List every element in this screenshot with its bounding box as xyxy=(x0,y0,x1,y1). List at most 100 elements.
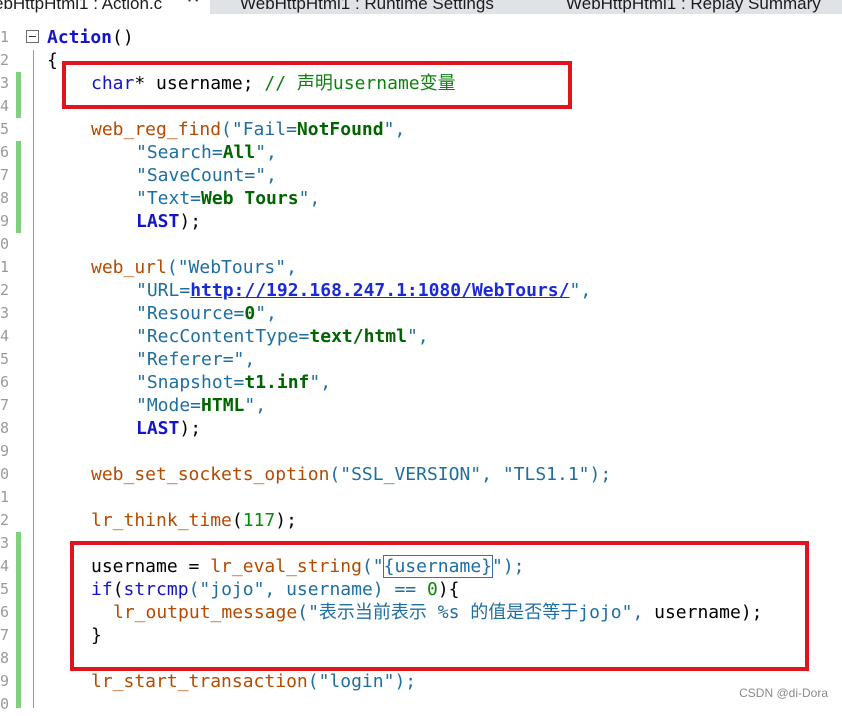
line-number: 4 xyxy=(0,557,9,575)
string: "Search= xyxy=(136,142,223,163)
line-number: 5 xyxy=(0,350,9,368)
string: "Mode= xyxy=(136,395,202,416)
string: ("SSL_VERSION", "TLS1.1"); xyxy=(329,464,612,485)
change-marker xyxy=(16,141,21,233)
string: ", xyxy=(244,395,267,416)
string: "Resource= xyxy=(136,303,245,324)
line-number: 9 xyxy=(0,672,9,690)
change-marker xyxy=(16,532,21,708)
watermark: CSDN @di-Dora xyxy=(739,686,828,700)
function-call: lr_start_transaction xyxy=(91,671,308,692)
line-number: 1 xyxy=(0,28,9,46)
line-number: 3 xyxy=(0,304,9,322)
tab-runtime-settings[interactable]: WebHttpHtml1 : Runtime Settings xyxy=(240,0,494,14)
string-value: text/html xyxy=(309,326,407,347)
string-value: NotFound xyxy=(296,119,384,140)
code-line[interactable]: { xyxy=(47,49,58,72)
line-number: 0 xyxy=(0,695,9,713)
code-line[interactable]: "RecContentType=text/html", xyxy=(136,325,429,348)
code-line[interactable]: web_url("WebTours", xyxy=(91,256,297,279)
string: "RecContentType= xyxy=(136,326,310,347)
code-line[interactable]: "Mode=HTML", xyxy=(136,394,266,417)
code-line[interactable]: lr_start_transaction("login"); xyxy=(91,670,416,693)
paren: ); xyxy=(275,510,297,531)
annotation-box-declaration xyxy=(62,61,572,109)
line-number: 2 xyxy=(0,511,9,529)
string: "SaveCount= xyxy=(136,165,256,186)
code-text: ); xyxy=(179,418,202,439)
function-call: lr_think_time xyxy=(91,510,232,531)
line-number: 4 xyxy=(0,97,9,115)
code-line[interactable]: web_set_sockets_option("SSL_VERSION", "T… xyxy=(91,463,611,486)
string: ", xyxy=(406,326,429,347)
string: ", xyxy=(255,165,277,186)
line-number: 6 xyxy=(0,603,9,621)
string-value: 0 xyxy=(244,303,256,324)
line-number: 3 xyxy=(0,534,9,552)
code-line[interactable]: "URL=http://192.168.247.1:1080/WebTours/… xyxy=(136,279,591,302)
brace: { xyxy=(47,50,58,71)
tab-action-c-label: ebHttpHtml1 : Action.c xyxy=(0,0,163,13)
string: ", xyxy=(298,188,321,209)
line-number: 5 xyxy=(0,120,9,138)
close-icon[interactable]: ✕ xyxy=(186,0,200,8)
code-line[interactable]: LAST); xyxy=(136,210,201,233)
code-line[interactable]: "Search=All", xyxy=(136,141,277,164)
code-line[interactable]: Action() xyxy=(47,26,134,49)
string-value: All xyxy=(222,142,256,163)
string: ", xyxy=(255,142,277,163)
string: ", xyxy=(383,119,406,140)
line-number: 8 xyxy=(0,649,9,667)
paren: ( xyxy=(231,510,243,531)
line-number: 2 xyxy=(0,51,9,69)
line-number: 6 xyxy=(0,373,9,391)
code-line[interactable]: "Text=Web Tours", xyxy=(136,187,320,210)
code-line[interactable]: "SaveCount=", xyxy=(136,164,277,187)
string-value: t1.inf xyxy=(244,372,310,393)
function-call: web_set_sockets_option xyxy=(91,464,330,485)
line-number: 9 xyxy=(0,442,9,460)
line-number: 9 xyxy=(0,212,9,230)
string-value: HTML xyxy=(201,395,245,416)
line-number: 0 xyxy=(0,235,9,253)
string: "Text= xyxy=(136,188,202,209)
code-line[interactable]: LAST); xyxy=(136,417,201,440)
string: "Snapshot= xyxy=(136,372,245,393)
collapse-icon[interactable] xyxy=(26,30,39,43)
number: 117 xyxy=(242,510,276,531)
line-number: 2 xyxy=(0,281,9,299)
line-number: 6 xyxy=(0,143,9,161)
change-marker xyxy=(16,72,21,118)
code-line[interactable]: lr_think_time(117); xyxy=(91,509,297,532)
function-name: Action xyxy=(47,27,113,48)
string: ", xyxy=(255,303,277,324)
string-value: Web Tours xyxy=(201,188,299,209)
line-number: 7 xyxy=(0,166,9,184)
tab-replay-summary[interactable]: WebHttpHtml1 : Replay Summary xyxy=(566,0,821,14)
line-number: 5 xyxy=(0,580,9,598)
string: "URL= xyxy=(136,280,191,301)
string: "Referer= xyxy=(136,349,234,370)
line-number: 1 xyxy=(0,488,9,506)
line-number: 7 xyxy=(0,396,9,414)
code-line[interactable]: web_reg_find("Fail=NotFound", xyxy=(91,118,405,141)
line-number: 1 xyxy=(0,258,9,276)
fold-guide-line xyxy=(33,50,34,708)
string: ("login"); xyxy=(307,671,417,692)
code-line[interactable]: "Resource=0", xyxy=(136,302,277,325)
code-line[interactable]: "Referer=", xyxy=(136,348,255,371)
string: ", xyxy=(233,349,256,370)
string: ", xyxy=(569,280,592,301)
line-number: 8 xyxy=(0,419,9,437)
code-line[interactable]: "Snapshot=t1.inf", xyxy=(136,371,331,394)
editor-tab-bar: ebHttpHtml1 : Action.c ✕ WebHttpHtml1 : … xyxy=(0,0,842,14)
function-call: web_reg_find xyxy=(91,119,222,140)
code-text: ); xyxy=(179,211,202,232)
line-number: 8 xyxy=(0,189,9,207)
line-number: 3 xyxy=(0,74,9,92)
tab-action-c[interactable]: ebHttpHtml1 : Action.c ✕ xyxy=(0,0,210,14)
url-link[interactable]: http://192.168.247.1:1080/WebTours/ xyxy=(190,280,569,301)
string: ("Fail= xyxy=(221,119,297,140)
line-number: 0 xyxy=(0,465,9,483)
string: ", xyxy=(309,372,332,393)
